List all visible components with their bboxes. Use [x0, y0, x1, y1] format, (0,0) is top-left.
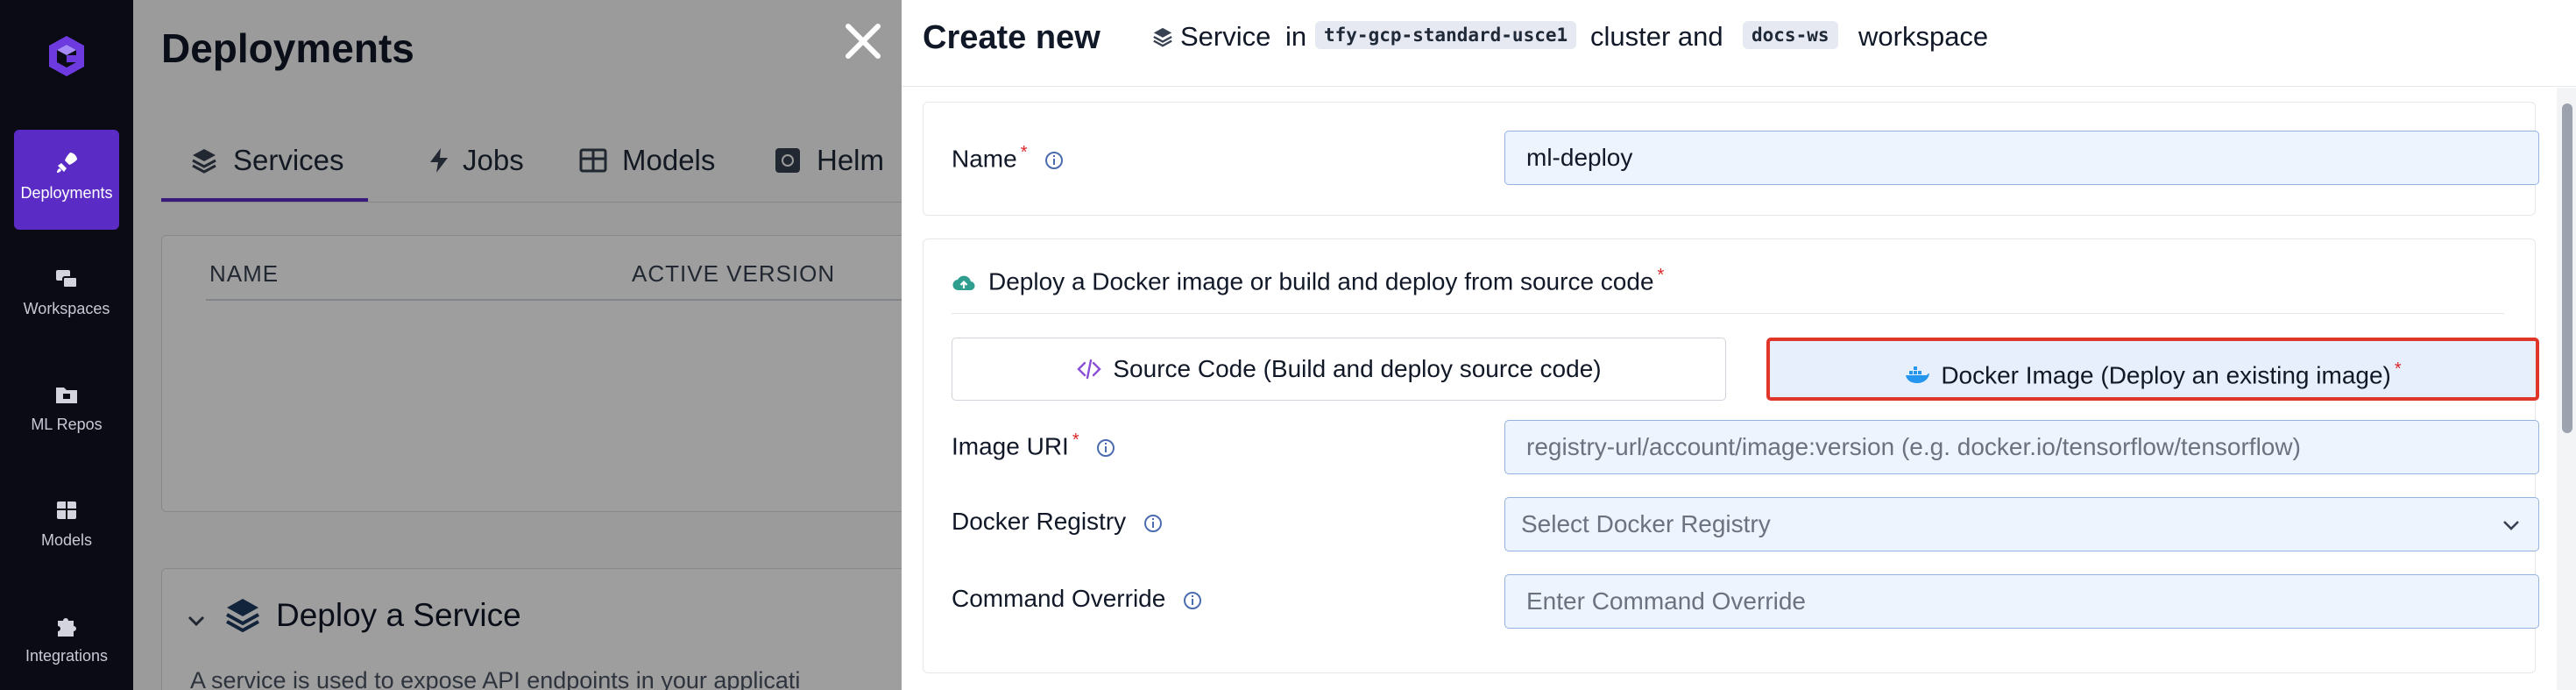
name-input[interactable]: ml-deploy — [1504, 131, 2539, 185]
required-marker: * — [1020, 143, 1028, 162]
grid-icon — [57, 501, 76, 519]
source-code-option[interactable]: Source Code (Build and deploy source cod… — [952, 338, 1726, 401]
nav-item-deployments[interactable]: Deployments — [14, 130, 119, 230]
chevron-down-icon — [2503, 521, 2519, 530]
info-icon[interactable] — [1096, 438, 1115, 458]
drawer-title: Create new — [923, 19, 1100, 56]
source-code-option-label: Source Code (Build and deploy source cod… — [1113, 355, 1602, 382]
section-divider — [952, 313, 2504, 314]
image-uri-input[interactable]: registry-url/account/image:version (e.g.… — [1504, 420, 2539, 474]
nav-rail: Deployments Workspaces ML Repos Models I… — [0, 0, 133, 690]
nav-item-integrations[interactable]: Integrations — [14, 593, 119, 690]
docker-icon — [1906, 366, 1930, 383]
docker-registry-select[interactable]: Select Docker Registry — [1504, 497, 2539, 551]
close-icon[interactable] — [843, 21, 883, 61]
docker-registry-label: Docker Registry — [952, 508, 1163, 536]
required-marker: * — [2394, 359, 2402, 379]
header-divider — [902, 86, 2576, 87]
name-section: Name * ml-deploy — [923, 102, 2539, 216]
info-icon[interactable] — [1143, 514, 1163, 533]
image-uri-label-text: Image URI — [952, 432, 1069, 460]
command-override-label: Command Override — [952, 585, 1202, 613]
scrollbar-thumb[interactable] — [2562, 103, 2572, 433]
name-label: Name * — [952, 143, 1064, 173]
required-marker: * — [1072, 430, 1079, 450]
header-text-workspace: workspace — [1858, 21, 1989, 52]
deploy-source-heading: Deploy a Docker image or build and deplo… — [952, 266, 1664, 295]
nav-item-label: Integrations — [25, 647, 109, 665]
cluster-chip: tfy-gcp-standard-usce1 — [1315, 21, 1577, 49]
nav-item-label: Deployments — [20, 184, 113, 202]
info-icon[interactable] — [1044, 151, 1064, 170]
nav-item-models[interactable]: Models — [14, 477, 119, 577]
puzzle-icon — [58, 618, 76, 637]
info-icon[interactable] — [1183, 591, 1202, 610]
resource-type: Service — [1180, 21, 1271, 52]
required-marker: * — [1657, 266, 1665, 285]
layers-icon — [1153, 27, 1172, 47]
deploy-source-heading-text: Deploy a Docker image or build and deplo… — [988, 267, 1654, 295]
header-text-cluster: cluster and — [1590, 21, 1723, 52]
header-text-in: in — [1285, 21, 1307, 52]
create-service-drawer: Create new Service in tfy-gcp-standard-u… — [902, 0, 2576, 690]
image-uri-label: Image URI * — [952, 430, 1115, 460]
nav-item-workspaces[interactable]: Workspaces — [14, 245, 119, 345]
docker-image-option-label: Docker Image (Deploy an existing image) — [1941, 361, 2391, 389]
workspaces-icon — [56, 270, 78, 288]
command-override-input[interactable]: Enter Command Override — [1504, 574, 2539, 629]
rocket-icon — [57, 153, 77, 173]
truefoundry-logo[interactable] — [44, 33, 89, 79]
nav-item-label: ML Repos — [31, 416, 103, 433]
workspace-chip: docs-ws — [1743, 21, 1838, 49]
docker-registry-select-value: Select Docker Registry — [1521, 510, 1771, 537]
nav-item-label: Models — [40, 531, 93, 549]
deploy-source-section: Deploy a Docker image or build and deplo… — [923, 238, 2539, 673]
cloud-upload-icon — [952, 275, 975, 290]
docker-registry-label-text: Docker Registry — [952, 508, 1127, 535]
docker-image-option[interactable]: Docker Image (Deploy an existing image) * — [1766, 338, 2539, 401]
code-icon — [1077, 359, 1102, 379]
nav-item-ml-repos[interactable]: ML Repos — [14, 361, 119, 461]
command-override-label-text: Command Override — [952, 585, 1166, 612]
folder-icon — [56, 388, 77, 403]
name-label-text: Name — [952, 145, 1017, 173]
nav-item-label: Workspaces — [23, 300, 110, 317]
